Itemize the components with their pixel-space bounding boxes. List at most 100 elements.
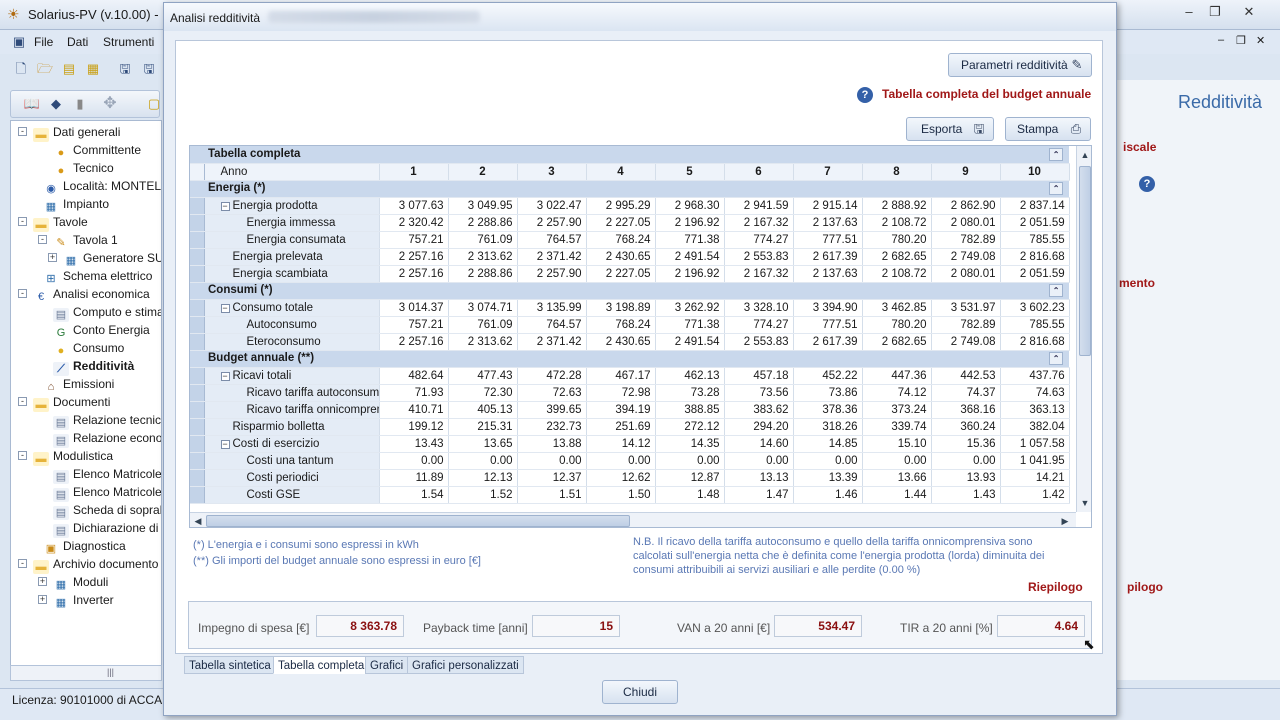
- value-cell: 2 491.54: [655, 248, 725, 266]
- maximize-icon[interactable]: ❐: [1202, 3, 1228, 21]
- tree-expander-icon[interactable]: -: [18, 217, 27, 226]
- collapse-group-icon[interactable]: ⌃: [1049, 182, 1064, 195]
- frame-icon[interactable]: ▢: [145, 95, 163, 113]
- row-indicator: [190, 146, 204, 164]
- tree-item[interactable]: ● Consumo: [53, 339, 125, 357]
- tree-item[interactable]: ▤ Elenco Matricole In: [53, 465, 161, 484]
- tree-horizontal-scrollbar[interactable]: |||: [10, 665, 162, 681]
- scroll-down-icon[interactable]: ▼: [1078, 496, 1091, 510]
- horizontal-scroll-thumb[interactable]: [206, 515, 630, 527]
- network-icon: ⊞: [46, 273, 56, 285]
- tree-item[interactable]: ▬ Dati generali: [33, 123, 121, 142]
- book-icon[interactable]: 📖: [23, 95, 41, 113]
- tree-expander-icon[interactable]: -: [38, 235, 47, 244]
- tree-item[interactable]: ● Committente: [53, 141, 141, 159]
- tree-item[interactable]: ▬ Tavole: [33, 213, 88, 232]
- value-cell: 2 080.01: [931, 214, 1001, 232]
- tree-expander-icon[interactable]: +: [38, 577, 47, 586]
- tab-tabella-sintetica[interactable]: Tabella sintetica: [184, 656, 276, 674]
- close-icon[interactable]: ✕: [1236, 3, 1262, 21]
- tab-grafici-personalizzati[interactable]: Grafici personalizzati: [407, 656, 524, 674]
- collapse-group-icon[interactable]: ⌃: [1049, 284, 1064, 297]
- open-archive-icon[interactable]: ▦: [84, 60, 102, 78]
- collapse-row-icon[interactable]: −: [220, 371, 230, 381]
- help-icon[interactable]: ?: [857, 87, 873, 103]
- tree-expander-icon[interactable]: -: [18, 559, 27, 568]
- parametri-redditivita-button[interactable]: Parametri redditività ✎: [948, 53, 1092, 77]
- grid-icon: ▦: [55, 579, 67, 591]
- value-cell: 2 227.05: [586, 265, 656, 283]
- stampa-button[interactable]: Stampa ⎙: [1005, 117, 1091, 141]
- tree-item[interactable]: ✎ Tavola 1: [53, 231, 117, 249]
- scroll-left-icon[interactable]: ◀: [191, 514, 205, 527]
- value-cell: 2 862.90: [931, 197, 1001, 215]
- tree-item[interactable]: ▤ Scheda di sopralluo: [53, 501, 161, 520]
- save-all-icon[interactable]: 🖫: [140, 60, 158, 78]
- tree-expander-icon[interactable]: +: [48, 253, 57, 262]
- tree-item[interactable]: ▬ Documenti: [33, 393, 110, 412]
- open-folder-icon[interactable]: 🗁: [36, 60, 54, 78]
- collapse-row-icon[interactable]: −: [220, 201, 230, 211]
- collapse-row-icon[interactable]: −: [220, 303, 230, 313]
- save-icon[interactable]: 🖫: [116, 60, 134, 78]
- chiudi-button[interactable]: Chiudi: [602, 680, 678, 704]
- vertical-scroll-thumb[interactable]: [1079, 166, 1091, 356]
- app-menu-icon[interactable]: ▣: [10, 33, 28, 51]
- tree-item[interactable]: ● Tecnico: [53, 159, 114, 177]
- mdi-close-icon[interactable]: ✕: [1256, 34, 1265, 47]
- grid-vertical-scrollbar[interactable]: ▲ ▼: [1076, 146, 1091, 512]
- scroll-right-icon[interactable]: ▶: [1058, 514, 1072, 527]
- menu-dati[interactable]: Dati: [67, 35, 88, 49]
- tree-item[interactable]: ▤ Elenco Matricole M: [53, 483, 161, 502]
- tree-item[interactable]: € Analisi economica: [33, 285, 150, 303]
- notes-icon[interactable]: ▤: [60, 60, 78, 78]
- tree-item[interactable]: ⌂ Emissioni: [43, 375, 115, 393]
- grid-horizontal-scrollbar[interactable]: ◀ ▶: [190, 512, 1076, 527]
- tree-item[interactable]: ▦ Impianto: [43, 195, 109, 213]
- tree-expander-icon[interactable]: -: [18, 127, 27, 136]
- tree-item[interactable]: ▤ Relazione tecnica: [53, 411, 161, 430]
- tree-item[interactable]: ▬ Modulistica: [33, 447, 113, 466]
- tree-expander-icon[interactable]: +: [38, 595, 47, 604]
- tree-item[interactable]: ◉ Località: MONTELLA: [43, 177, 161, 195]
- tree-item[interactable]: ▬ Archivio documento: [33, 555, 158, 574]
- panel-help-icon[interactable]: ?: [1139, 176, 1155, 192]
- tree-item[interactable]: ▣ Diagnostica: [43, 537, 126, 555]
- collapse-group-icon[interactable]: ⌃: [1049, 352, 1064, 365]
- mdi-restore-icon[interactable]: ❐: [1236, 34, 1246, 47]
- clipboard-tool-icon[interactable]: ▮: [71, 95, 89, 113]
- tree-item[interactable]: ▦ Generatore SU: [63, 249, 161, 267]
- tree-item[interactable]: ▤ Dichiarazione di co: [53, 519, 161, 538]
- tree-item[interactable]: ⟋ Redditività: [53, 357, 134, 376]
- tree-item[interactable]: ▤ Computo e stima: [53, 303, 161, 322]
- collapse-group-icon[interactable]: ⌃: [1049, 147, 1064, 161]
- value-cell: 467.17: [586, 367, 656, 385]
- minimize-icon[interactable]: –: [1176, 3, 1202, 21]
- mdi-minimize-icon[interactable]: –: [1218, 34, 1224, 46]
- menu-file[interactable]: File: [34, 35, 53, 49]
- tree-expander-icon[interactable]: -: [18, 397, 27, 406]
- tree-item[interactable]: ⊞ Schema elettrico: [43, 267, 152, 285]
- tree-item[interactable]: G Conto Energia: [53, 321, 150, 339]
- scroll-up-icon[interactable]: ▲: [1078, 148, 1091, 162]
- new-file-icon[interactable]: 🗋: [12, 60, 30, 78]
- collapse-row-icon[interactable]: −: [220, 439, 230, 449]
- move-arrows-icon[interactable]: ✥: [101, 95, 119, 113]
- tree-item[interactable]: ▦ Moduli: [53, 573, 109, 591]
- tree-expander-icon[interactable]: -: [18, 451, 27, 460]
- tree-expander-icon[interactable]: -: [18, 289, 27, 298]
- tree-item[interactable]: ▤ Relazione economi: [53, 429, 161, 448]
- folder-icon: ▬: [33, 452, 49, 466]
- value-cell: 0.00: [655, 452, 725, 470]
- esporta-button[interactable]: Esporta 🖫: [906, 117, 994, 141]
- tree-item[interactable]: ▦ Inverter: [53, 591, 114, 609]
- tree-item-label: Dati generali: [53, 125, 121, 139]
- shape-icon[interactable]: ◆: [47, 95, 65, 113]
- value-cell: 472.28: [517, 367, 587, 385]
- value-cell: 2 257.16: [379, 265, 449, 283]
- tab-tabella-completa[interactable]: Tabella completa: [273, 656, 370, 674]
- value-cell: 764.57: [517, 316, 587, 334]
- tab-grafici[interactable]: Grafici: [365, 656, 409, 674]
- row-label-cell: Costi periodici: [204, 469, 380, 487]
- menu-strumenti[interactable]: Strumenti: [103, 35, 154, 49]
